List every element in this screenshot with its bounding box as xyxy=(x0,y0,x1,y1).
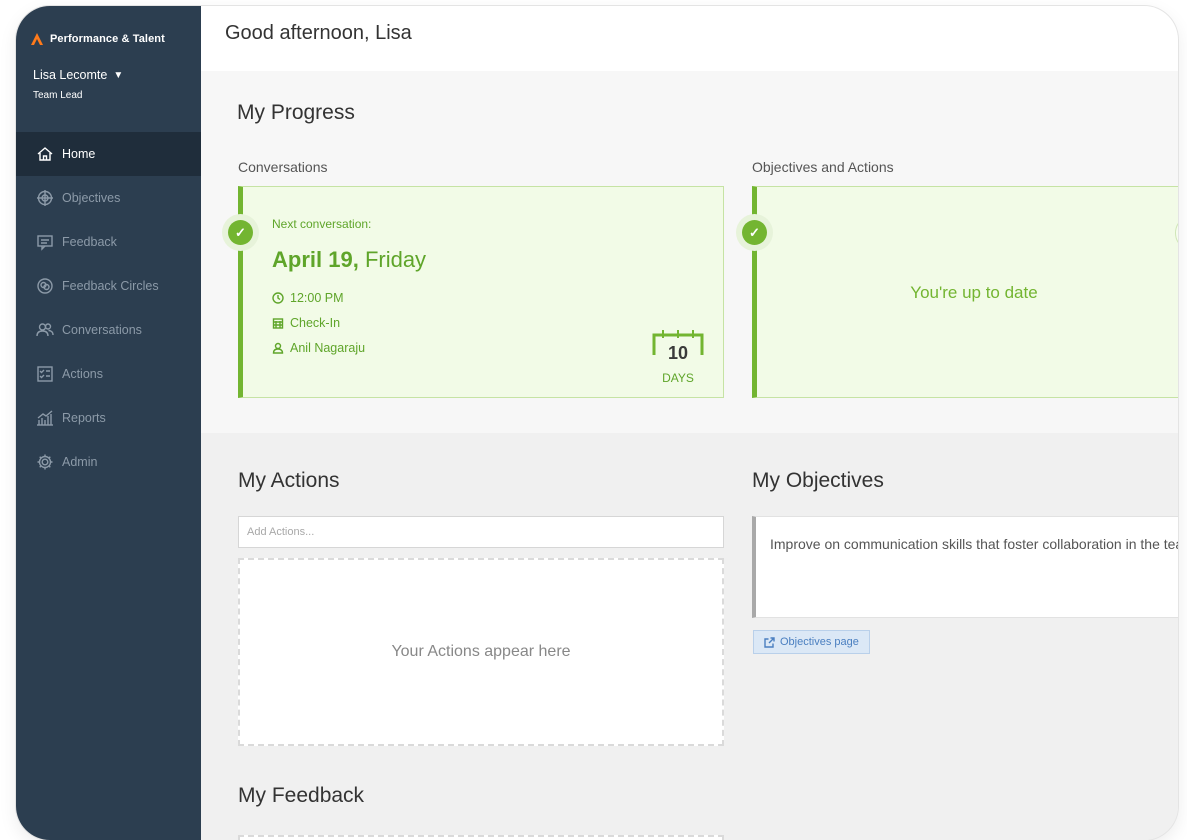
brand-name: Performance & Talent xyxy=(50,33,165,45)
brand[interactable]: Performance & Talent xyxy=(16,6,201,58)
lower-section: My Actions My Objectives Your Actions ap… xyxy=(201,433,1178,840)
conversation-type-value: Check-In xyxy=(290,316,341,330)
sidebar-item-label: Conversations xyxy=(62,323,142,337)
app-window: Performance & Talent Lisa Lecomte ▼ Team… xyxy=(16,6,1178,840)
next-conversation-label: Next conversation: xyxy=(272,217,372,231)
feedback-empty-state xyxy=(238,835,724,840)
conversation-date-value: April 19, xyxy=(272,247,359,272)
objective-card[interactable]: Improve on communication skills that fos… xyxy=(752,516,1178,618)
days-countdown: 10 DAYS xyxy=(651,327,705,387)
my-progress-title: My Progress xyxy=(237,101,355,124)
up-to-date-text: You're up to date xyxy=(910,283,1038,302)
my-objectives-title: My Objectives xyxy=(752,469,884,492)
calendar-icon xyxy=(272,318,284,329)
sidebar-item-conversations[interactable]: Conversations xyxy=(16,308,201,352)
sidebar-item-home[interactable]: Home xyxy=(16,132,201,176)
objective-text: Improve on communication skills that fos… xyxy=(770,536,1178,552)
sidebar-nav: Home Objectives Feedback Feedback Circle… xyxy=(16,132,201,484)
sidebar-item-admin[interactable]: Admin xyxy=(16,440,201,484)
sidebar-item-reports[interactable]: Reports xyxy=(16,396,201,440)
actions-empty-text: Your Actions appear here xyxy=(391,643,571,660)
user-name: Lisa Lecomte xyxy=(33,68,108,82)
user-role: Team Lead xyxy=(33,90,83,101)
next-conversation-card[interactable]: ✓ Next conversation: April 19, Friday 12… xyxy=(222,186,724,398)
clock-icon xyxy=(272,292,284,304)
sidebar: Performance & Talent Lisa Lecomte ▼ Team… xyxy=(16,6,201,840)
actions-icon xyxy=(36,365,54,383)
days-label: DAYS xyxy=(662,371,694,385)
main-content: Good afternoon, Lisa My Progress Convers… xyxy=(201,6,1178,840)
status-circle-icon xyxy=(1175,215,1178,251)
conversations-title: Conversations xyxy=(238,159,328,175)
my-actions-title: My Actions xyxy=(238,469,340,492)
conversation-time-value: 12:00 PM xyxy=(290,291,344,305)
external-link-icon xyxy=(764,636,775,648)
my-feedback-title: My Feedback xyxy=(238,784,365,807)
target-icon xyxy=(36,189,54,207)
feedback-icon xyxy=(36,233,54,251)
sidebar-item-label: Admin xyxy=(62,455,98,469)
check-icon: ✓ xyxy=(222,214,259,251)
user-menu[interactable]: Lisa Lecomte ▼ xyxy=(33,68,201,82)
sidebar-item-label: Reports xyxy=(62,411,106,425)
my-progress-section: My Progress Conversations Objectives and… xyxy=(201,71,1178,433)
sidebar-item-label: Home xyxy=(62,147,96,161)
sidebar-item-feedback[interactable]: Feedback xyxy=(16,220,201,264)
conversation-person: Anil Nagaraju xyxy=(272,341,365,355)
check-icon: ✓ xyxy=(736,214,773,251)
sidebar-item-label: Feedback Circles xyxy=(62,279,159,293)
objectives-status-card: ✓ You're up to date xyxy=(736,186,1178,398)
add-actions-input[interactable] xyxy=(238,516,724,548)
sidebar-item-label: Actions xyxy=(62,367,103,381)
actions-empty-state: Your Actions appear here xyxy=(238,558,724,746)
conversation-day: Friday xyxy=(364,247,427,272)
feedback-circles-icon xyxy=(36,277,54,295)
conversation-date: April 19, Friday xyxy=(272,247,426,273)
home-icon xyxy=(36,145,54,163)
greeting: Good afternoon, Lisa xyxy=(225,22,412,44)
chevron-logo-icon xyxy=(31,33,43,45)
conversation-person-value: Anil Nagaraju xyxy=(290,341,366,355)
reports-icon xyxy=(36,409,54,427)
user-block: Lisa Lecomte ▼ Team Lead xyxy=(16,58,201,132)
conversation-type: Check-In xyxy=(272,316,340,330)
caret-down-icon: ▼ xyxy=(113,69,124,81)
objectives-page-label: Objectives page xyxy=(780,636,859,648)
conversation-time: 12:00 PM xyxy=(272,291,344,305)
objectives-actions-title: Objectives and Actions xyxy=(752,159,894,175)
sidebar-item-actions[interactable]: Actions xyxy=(16,352,201,396)
person-icon xyxy=(272,342,284,354)
conversations-icon xyxy=(36,321,54,339)
sidebar-item-feedback-circles[interactable]: Feedback Circles xyxy=(16,264,201,308)
days-count: 10 xyxy=(667,343,689,363)
objectives-page-button[interactable]: Objectives page xyxy=(753,630,870,654)
sidebar-item-label: Feedback xyxy=(62,235,117,249)
sidebar-item-objectives[interactable]: Objectives xyxy=(16,176,201,220)
sidebar-item-label: Objectives xyxy=(62,191,121,205)
gear-icon xyxy=(36,453,54,471)
greeting-bar: Good afternoon, Lisa xyxy=(201,6,1178,71)
